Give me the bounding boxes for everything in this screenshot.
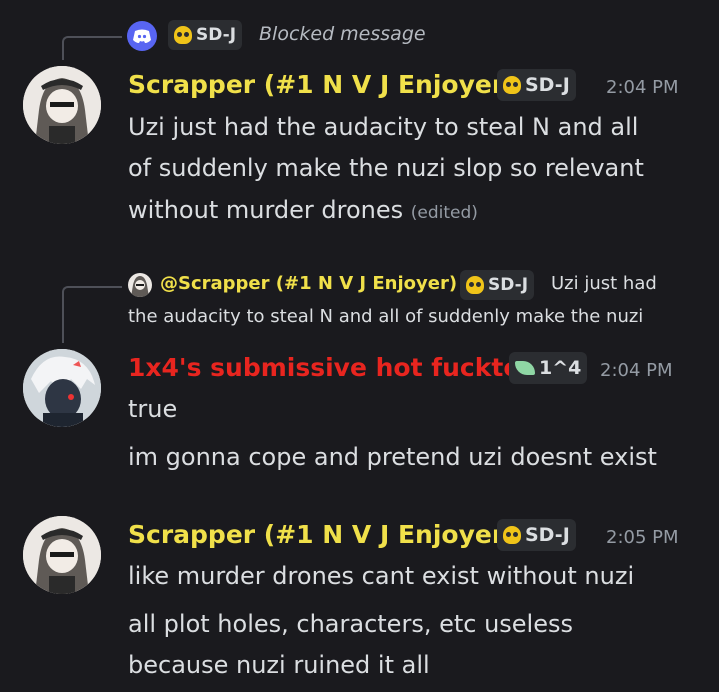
reply-mention[interactable]: @Scrapper (#1 N V J Enjoyer) — [160, 273, 457, 294]
skull-icon — [466, 276, 484, 294]
server-tag[interactable]: SD-J — [460, 270, 535, 300]
reply-spine — [62, 36, 122, 60]
edited-label: (edited) — [410, 203, 478, 223]
skull-icon — [503, 76, 521, 94]
message-line: without murder drones (edited) — [128, 196, 478, 224]
author-name[interactable]: 1x4's submissive hot fucktoy — [128, 353, 537, 382]
skull-icon — [503, 526, 521, 544]
discord-logo-icon — [127, 21, 157, 51]
timestamp: 2:05 PM — [606, 527, 679, 548]
reply-preview-text[interactable]: Uzi just had — [551, 273, 657, 294]
reply-preview-text[interactable]: the audacity to steal N and all of sudde… — [128, 306, 643, 327]
avatar[interactable] — [23, 66, 101, 144]
reply-spine — [62, 286, 122, 343]
server-tag[interactable]: 1^4 — [509, 352, 588, 384]
author-name[interactable]: Scrapper (#1 N V J Enjoyer) — [128, 70, 516, 99]
reply-avatar[interactable] — [128, 273, 152, 297]
avatar[interactable] — [23, 349, 101, 427]
timestamp: 2:04 PM — [606, 77, 679, 98]
server-tag[interactable]: SD-J — [168, 20, 243, 50]
message-line: of suddenly make the nuzi slop so releva… — [128, 154, 644, 182]
server-tag[interactable]: SD-J — [497, 519, 576, 551]
avatar[interactable] — [23, 516, 101, 594]
message-line: all plot holes, characters, etc useless — [128, 610, 573, 638]
message-line: im gonna cope and pretend uzi doesnt exi… — [128, 443, 657, 471]
server-tag[interactable]: SD-J — [497, 69, 576, 101]
skull-icon — [174, 26, 192, 44]
leaf-icon — [515, 361, 535, 375]
message-line: because nuzi ruined it all — [128, 651, 430, 679]
message-line: Uzi just had the audacity to steal N and… — [128, 113, 639, 141]
message-line: true — [128, 395, 178, 423]
author-name[interactable]: Scrapper (#1 N V J Enjoyer) — [128, 520, 516, 549]
blocked-message-text[interactable]: Blocked message — [259, 23, 426, 45]
timestamp: 2:04 PM — [600, 360, 673, 381]
message-line: like murder drones cant exist without nu… — [128, 562, 635, 590]
